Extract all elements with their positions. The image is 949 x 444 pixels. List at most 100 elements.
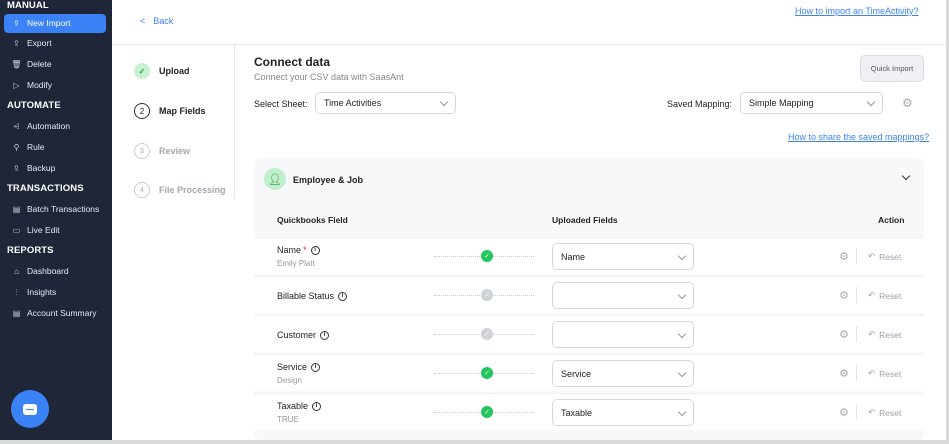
sidebar-item-account-summary[interactable]: ▤ Account Summary (0, 303, 112, 324)
uploaded-field-value: Taxable (561, 407, 593, 418)
help-share-link[interactable]: How to share the saved mappings? (788, 132, 929, 142)
saved-mapping-value: Simple Mapping (749, 98, 814, 108)
reset-button[interactable]: ↶ Reset (868, 368, 901, 379)
document-icon: ▤ (12, 309, 21, 318)
insights-icon: ⫶ (15, 288, 18, 297)
sidebar-item-rule[interactable]: ⚲ Rule (0, 137, 112, 158)
modify-icon: ▷ (13, 81, 20, 90)
trash-icon: 🗑︎ (11, 60, 22, 69)
step-review: 3 Review (134, 143, 190, 159)
chat-button[interactable] (11, 390, 49, 428)
reset-label: Reset (879, 251, 902, 262)
step-number: 2 (134, 103, 150, 119)
unmapped-icon: ✓ (481, 328, 493, 340)
sidebar-item-label: Modify (27, 80, 53, 90)
gear-icon[interactable]: ⚙ (902, 96, 913, 110)
saved-mapping-dropdown[interactable]: Simple Mapping (740, 92, 883, 114)
user-icon: 👤︎ (264, 168, 286, 190)
check-icon: ✓ (481, 367, 493, 379)
reset-label: Reset (879, 368, 902, 379)
gear-icon[interactable]: ⚙ (839, 250, 849, 263)
reset-button[interactable]: ↶ Reset (868, 251, 901, 262)
help-import-link[interactable]: How to import an TimeActivity? (795, 6, 919, 16)
info-icon[interactable]: i (312, 401, 322, 411)
sidebar-section-transactions: TRANSACTIONS (7, 183, 84, 194)
uploaded-field-dropdown[interactable] (552, 282, 694, 309)
sidebar-item-export[interactable]: ⇪ Export (0, 33, 112, 54)
sidebar-item-backup[interactable]: ⇪ Backup (0, 158, 112, 179)
field-label: Customer (277, 330, 317, 340)
field-name: Billable Status i (277, 291, 348, 301)
sidebar-item-live-edit[interactable]: ▭ Live Edit (0, 220, 112, 241)
gear-icon[interactable]: ⚙ (839, 406, 849, 419)
quick-import-button[interactable]: Quick Import (860, 55, 924, 82)
column-header-action: Action (878, 215, 905, 225)
reset-button[interactable]: ↶ Reset (868, 407, 901, 418)
check-icon: ✓ (481, 406, 493, 418)
info-icon[interactable]: i (311, 362, 321, 372)
field-sample: Emily Platt (277, 259, 315, 268)
sidebar-item-new-import[interactable]: ⇪ New Import (4, 14, 106, 33)
undo-icon: ↶ (868, 329, 876, 339)
uploaded-field-dropdown[interactable] (552, 321, 694, 348)
sidebar-section-manual: MANUAL (7, 0, 49, 11)
chevron-down-icon (677, 368, 687, 378)
field-name: Taxable i (277, 401, 322, 411)
info-icon[interactable]: i (310, 245, 320, 255)
back-link[interactable]: < Back (140, 16, 173, 26)
sidebar-item-label: Live Edit (27, 225, 60, 235)
uploaded-field-dropdown[interactable]: Name (552, 243, 694, 270)
step-number: 4 (134, 182, 150, 198)
step-map-fields[interactable]: 2 Map Fields (134, 103, 206, 119)
field-name: Name * i (277, 245, 320, 255)
sidebar-item-modify[interactable]: ▷ Modify (0, 75, 112, 96)
gear-icon[interactable]: ⚙ (839, 328, 849, 341)
reset-button[interactable]: ↶ Reset (868, 290, 901, 301)
divider (856, 365, 857, 381)
sidebar: MANUAL ⇪ New Import ⇪ Export 🗑︎ Delete ▷… (0, 0, 112, 440)
field-name: Customer i (277, 330, 330, 340)
backup-icon: ⇪ (13, 164, 20, 173)
home-icon: ⌂ (14, 267, 19, 276)
chevron-down-icon (677, 407, 687, 417)
info-icon[interactable]: i (338, 291, 348, 301)
sidebar-item-dashboard[interactable]: ⌂ Dashboard (0, 261, 112, 282)
uploaded-field-dropdown[interactable]: Taxable (552, 399, 694, 426)
sidebar-item-delete[interactable]: 🗑︎ Delete (0, 54, 112, 75)
sidebar-item-label: Account Summary (27, 308, 97, 318)
sidebar-item-label: Insights (27, 287, 57, 297)
field-label: Taxable (277, 401, 309, 411)
chat-icon (23, 403, 37, 415)
sidebar-section-reports: REPORTS (7, 245, 54, 256)
column-header-uploaded-fields: Uploaded Fields (552, 215, 618, 225)
divider (856, 287, 857, 303)
group-title: Employee & Job (293, 175, 364, 185)
step-file-processing: 4 File Processing (134, 182, 226, 198)
table-row: Name * i Emily Platt ✓ Name ⚙ ↶ Reset (254, 237, 924, 274)
back-label: Back (153, 16, 174, 26)
sidebar-item-automation[interactable]: ⩤ Automation (0, 116, 112, 137)
info-icon[interactable]: i (320, 330, 330, 340)
required-marker: * (303, 245, 307, 255)
uploaded-field-dropdown[interactable]: Service (552, 360, 694, 387)
uploaded-field-value: Name (561, 251, 586, 262)
reset-button[interactable]: ↶ Reset (868, 329, 901, 340)
sidebar-item-label: Automation (27, 121, 70, 131)
step-label: Upload (159, 66, 190, 76)
chevron-down-icon (677, 251, 687, 261)
automation-icon: ⩤ (13, 122, 20, 131)
chevron-down-icon (866, 97, 876, 107)
sidebar-item-label: Backup (27, 163, 56, 173)
select-sheet-dropdown[interactable]: Time Activities (315, 92, 456, 114)
gear-icon[interactable]: ⚙ (839, 289, 849, 302)
select-sheet-value: Time Activities (324, 98, 382, 108)
field-label: Service (277, 362, 308, 372)
chevron-left-icon: < (140, 16, 146, 26)
gear-icon[interactable]: ⚙ (839, 367, 849, 380)
step-upload[interactable]: ✓ Upload (134, 63, 190, 79)
sidebar-item-batch-transactions[interactable]: ▤ Batch Transactions (0, 199, 112, 220)
uploaded-field-value: Service (561, 368, 592, 379)
export-icon: ⇪ (13, 39, 20, 48)
sidebar-item-insights[interactable]: ⫶ Insights (0, 282, 112, 303)
sidebar-item-label: Dashboard (27, 266, 69, 276)
